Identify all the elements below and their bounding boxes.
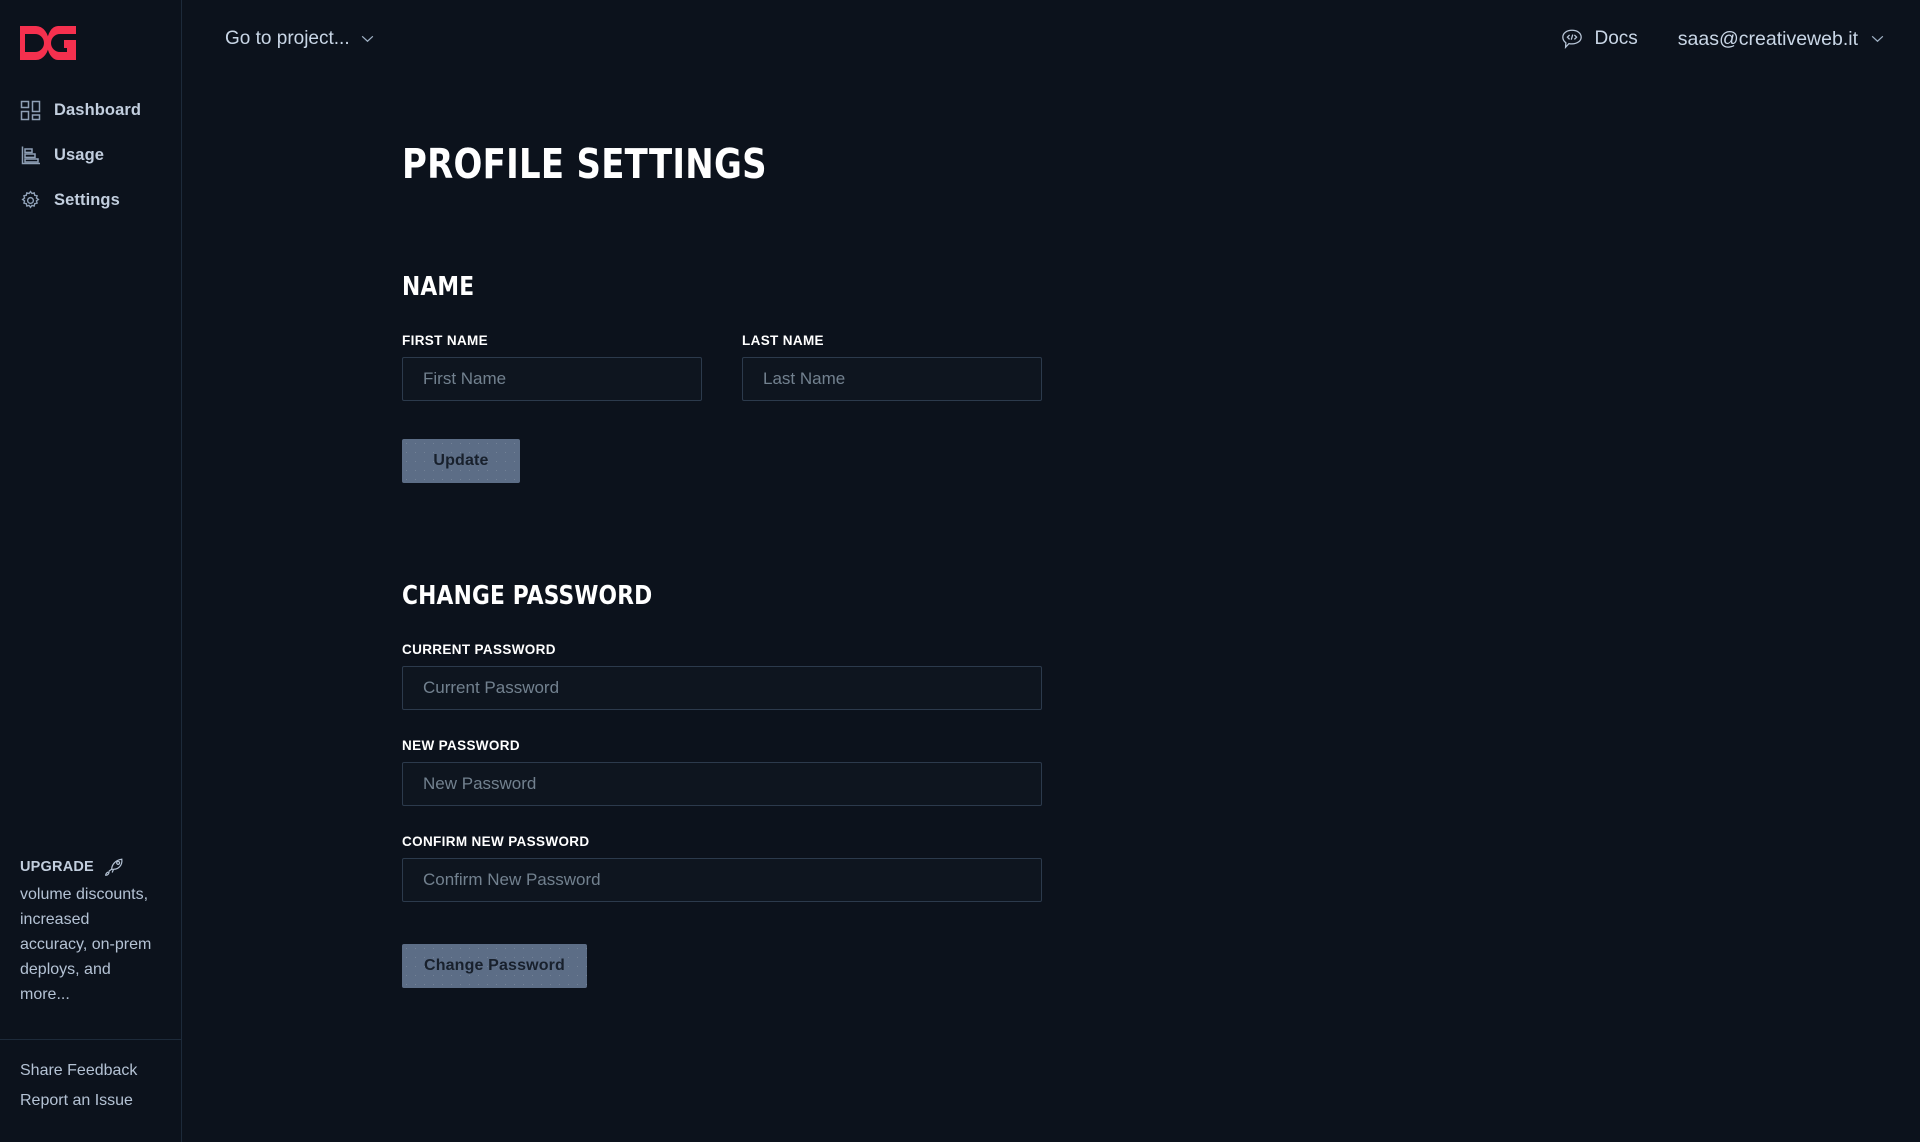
update-button[interactable]: Update bbox=[402, 439, 520, 483]
sidebar-item-label: Dashboard bbox=[54, 101, 142, 119]
upgrade-description: volume discounts, increased accuracy, on… bbox=[20, 886, 152, 1003]
upgrade-header: UPGRADE bbox=[20, 856, 161, 878]
main-content: Go to project... Docs saas@creativeweb.i… bbox=[182, 0, 1920, 1142]
account-email: saas@creativeweb.it bbox=[1677, 27, 1858, 50]
code-bubble-icon bbox=[1561, 28, 1583, 50]
section-title: NAME bbox=[402, 272, 475, 302]
topbar-right-group: Docs saas@creativeweb.it bbox=[1561, 28, 1884, 51]
project-selector-label: Go to project... bbox=[225, 28, 350, 49]
last-name-field-group: LAST NAME bbox=[742, 333, 1042, 401]
upgrade-promo[interactable]: UPGRADE volume discounts, increased accu… bbox=[0, 856, 181, 1007]
section-title: CHANGE PASSWORD bbox=[402, 581, 653, 611]
dashboard-grid-icon bbox=[20, 100, 41, 121]
current-password-input[interactable] bbox=[402, 666, 1042, 710]
confirm-password-field-group: CONFIRM NEW PASSWORD bbox=[402, 834, 1880, 902]
page-content: PROFILE SETTINGS NAME FIRST NAME LAST NA… bbox=[182, 140, 1920, 988]
brand-logo[interactable] bbox=[0, 0, 181, 76]
account-menu[interactable]: saas@creativeweb.it bbox=[1678, 28, 1884, 51]
bar-chart-icon bbox=[20, 145, 41, 166]
sidebar-item-usage[interactable]: Usage bbox=[0, 133, 181, 178]
section-name: NAME FIRST NAME LAST NAME Update bbox=[402, 272, 1880, 483]
first-name-label: FIRST NAME bbox=[402, 333, 488, 348]
section-change-password: CHANGE PASSWORD CURRENT PASSWORD NEW PAS… bbox=[402, 581, 1880, 988]
confirm-password-label: CONFIRM NEW PASSWORD bbox=[402, 834, 590, 849]
last-name-label: LAST NAME bbox=[742, 333, 824, 348]
change-password-button[interactable]: Change Password bbox=[402, 944, 587, 988]
chevron-down-icon bbox=[1871, 35, 1884, 43]
new-password-label: NEW PASSWORD bbox=[402, 738, 520, 753]
first-name-input[interactable] bbox=[402, 357, 702, 401]
sidebar-item-label: Settings bbox=[54, 191, 120, 209]
docs-link[interactable]: Docs bbox=[1561, 28, 1638, 50]
current-password-field-group: CURRENT PASSWORD bbox=[402, 642, 1880, 710]
page-title: PROFILE SETTINGS bbox=[402, 140, 767, 188]
confirm-password-input[interactable] bbox=[402, 858, 1042, 902]
name-fields-row: FIRST NAME LAST NAME bbox=[402, 333, 1880, 401]
topbar: Go to project... Docs saas@creativeweb.i… bbox=[182, 0, 1920, 78]
app-root: Dashboard Usage Settings UPGRADE volume … bbox=[0, 0, 1920, 1142]
gear-icon bbox=[20, 190, 41, 211]
current-password-label: CURRENT PASSWORD bbox=[402, 642, 556, 657]
sidebar: Dashboard Usage Settings UPGRADE volume … bbox=[0, 0, 182, 1142]
sidebar-item-dashboard[interactable]: Dashboard bbox=[0, 88, 181, 133]
sidebar-item-label: Usage bbox=[54, 146, 105, 164]
report-issue-link[interactable]: Report an Issue bbox=[20, 1086, 161, 1116]
chevron-down-icon bbox=[361, 35, 374, 43]
docs-label: Docs bbox=[1594, 28, 1638, 49]
sidebar-footer-links: Share Feedback Report an Issue bbox=[0, 1040, 181, 1142]
last-name-input[interactable] bbox=[742, 357, 1042, 401]
sidebar-item-settings[interactable]: Settings bbox=[0, 178, 181, 223]
new-password-field-group: NEW PASSWORD bbox=[402, 738, 1880, 806]
sidebar-nav: Dashboard Usage Settings bbox=[0, 88, 181, 223]
upgrade-title: UPGRADE bbox=[20, 859, 94, 875]
share-feedback-link[interactable]: Share Feedback bbox=[20, 1056, 161, 1086]
project-selector[interactable]: Go to project... bbox=[225, 28, 374, 50]
new-password-input[interactable] bbox=[402, 762, 1042, 806]
first-name-field-group: FIRST NAME bbox=[402, 333, 702, 401]
dg-logo-icon bbox=[20, 26, 76, 60]
rocket-icon bbox=[103, 856, 125, 878]
